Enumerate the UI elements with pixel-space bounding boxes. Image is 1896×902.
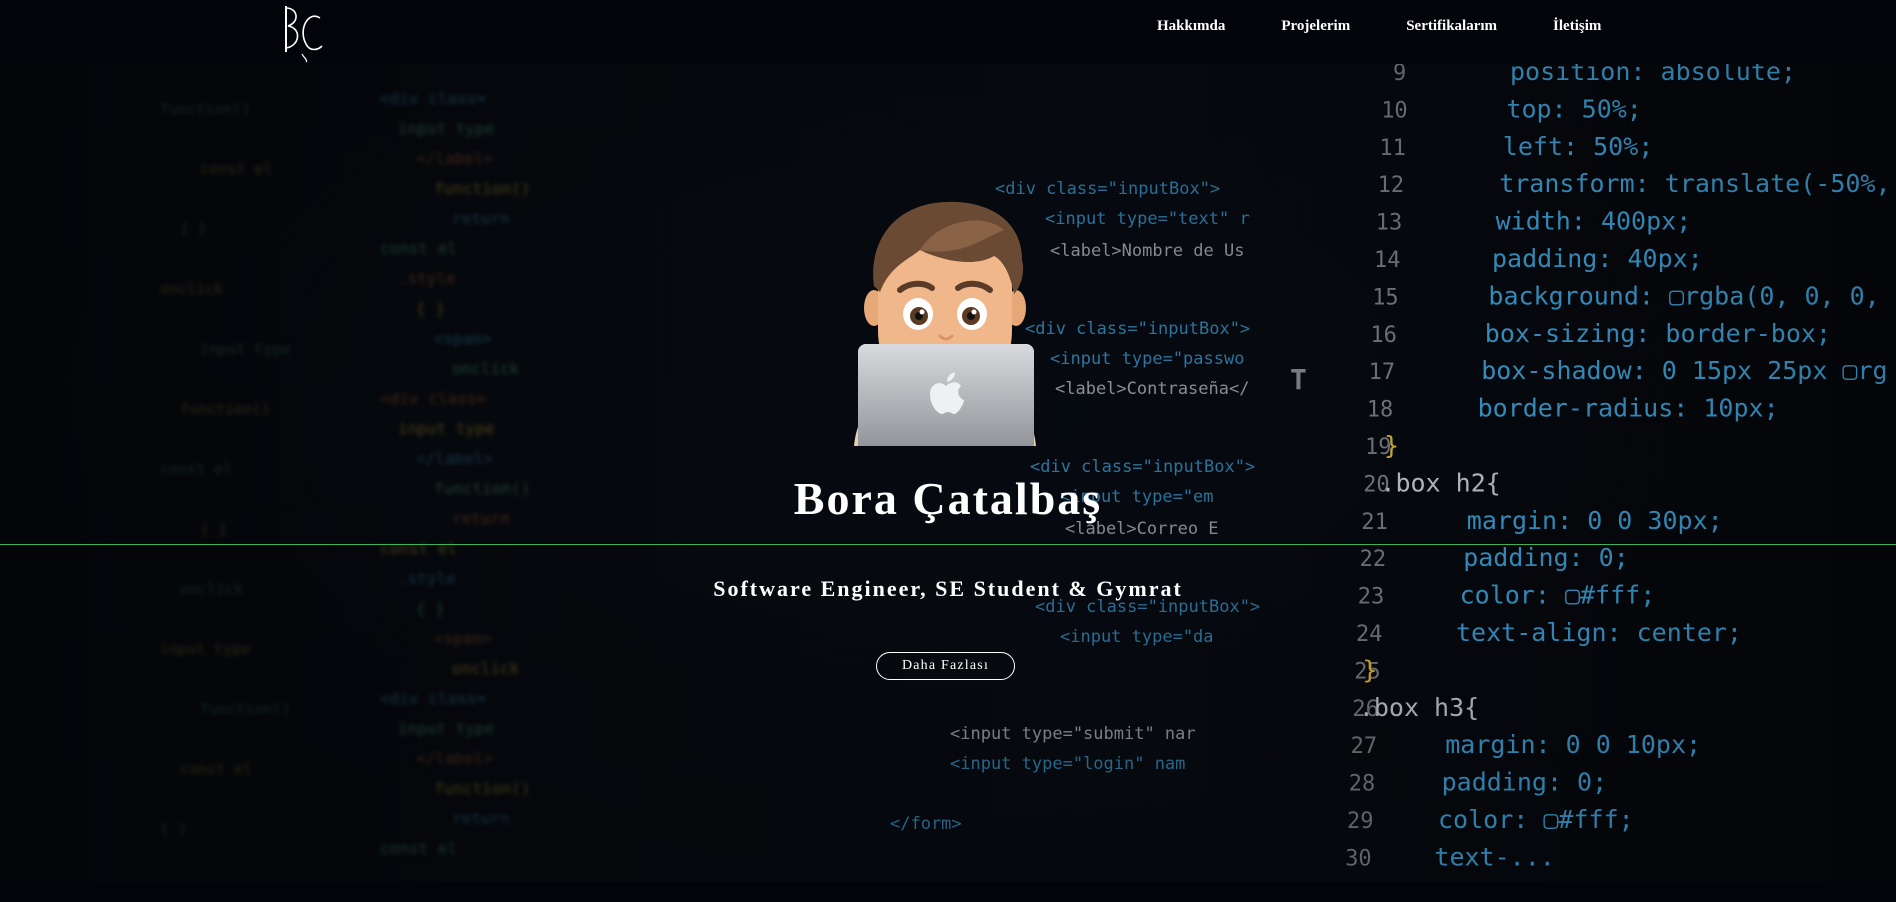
- accent-divider-line: [0, 544, 1896, 545]
- nav-link-certificates[interactable]: Sertifikalarım: [1406, 18, 1497, 35]
- bc-logo[interactable]: BC: [276, 0, 328, 64]
- hero-section: <div class=function()input type</label>c…: [0, 64, 1896, 882]
- nav-link-projects[interactable]: Projelerim: [1281, 18, 1350, 35]
- more-button[interactable]: Daha Fazlası: [876, 652, 1015, 680]
- memoji-avatar-icon: [854, 201, 1036, 446]
- nav-link-about[interactable]: Hakkımda: [1157, 18, 1225, 35]
- top-navbar: BC Hakkımda Projelerim Sertifikalarım İl…: [0, 0, 1896, 64]
- nav-links: Hakkımda Projelerim Sertifikalarım İleti…: [1140, 18, 1657, 35]
- hero-title: Bora Çatalbaş: [793, 473, 1103, 524]
- nav-link-contact[interactable]: İletişim: [1553, 18, 1601, 35]
- bottom-bar: [0, 882, 1896, 902]
- hero-subtitle: Software Engineer, SE Student & Gymrat: [713, 576, 1183, 601]
